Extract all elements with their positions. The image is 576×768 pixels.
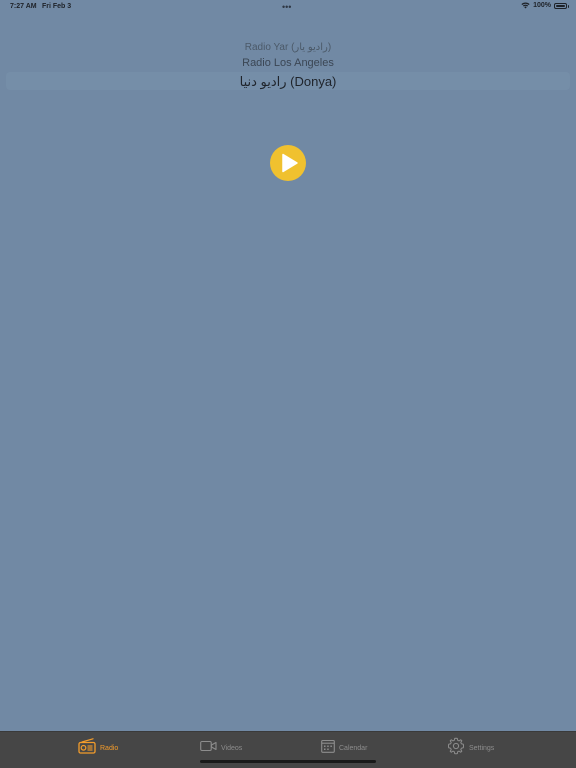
station-option[interactable]: Radio Los Angeles (0, 57, 576, 69)
gear-icon (447, 737, 465, 760)
tab-label: Radio (100, 744, 119, 752)
battery-percent: 100% (533, 2, 551, 9)
wifi-icon (521, 2, 530, 9)
station-picker[interactable]: Radio Yar (راديو يار) Radio Los Angeles … (0, 37, 576, 93)
station-option[interactable]: Radio Yar (راديو يار) (0, 42, 576, 53)
status-time: 7:27 AM (10, 3, 37, 10)
tab-videos[interactable]: Videos (200, 738, 242, 758)
play-icon (282, 153, 298, 173)
tab-label: Settings (469, 744, 495, 752)
status-bar: 7:27 AM Fri Feb 3 ••• 100% (0, 0, 576, 14)
status-date: Fri Feb 3 (42, 3, 72, 10)
play-button[interactable] (270, 145, 306, 181)
battery-icon (554, 2, 569, 9)
tab-label: Calendar (339, 744, 368, 752)
video-camera-icon (200, 739, 217, 757)
radio-icon (78, 737, 96, 759)
multitasking-dots[interactable]: ••• (282, 2, 291, 12)
tab-label: Videos (221, 744, 243, 752)
home-indicator[interactable] (200, 760, 376, 763)
status-indicators: 100% (521, 2, 569, 9)
tab-calendar[interactable]: Calendar (321, 738, 367, 758)
tab-settings[interactable]: Settings (447, 737, 495, 760)
station-option-selected[interactable]: راديو دنيا (Donya) (0, 74, 576, 90)
tab-radio[interactable]: Radio (78, 737, 119, 759)
calendar-icon (321, 739, 335, 758)
